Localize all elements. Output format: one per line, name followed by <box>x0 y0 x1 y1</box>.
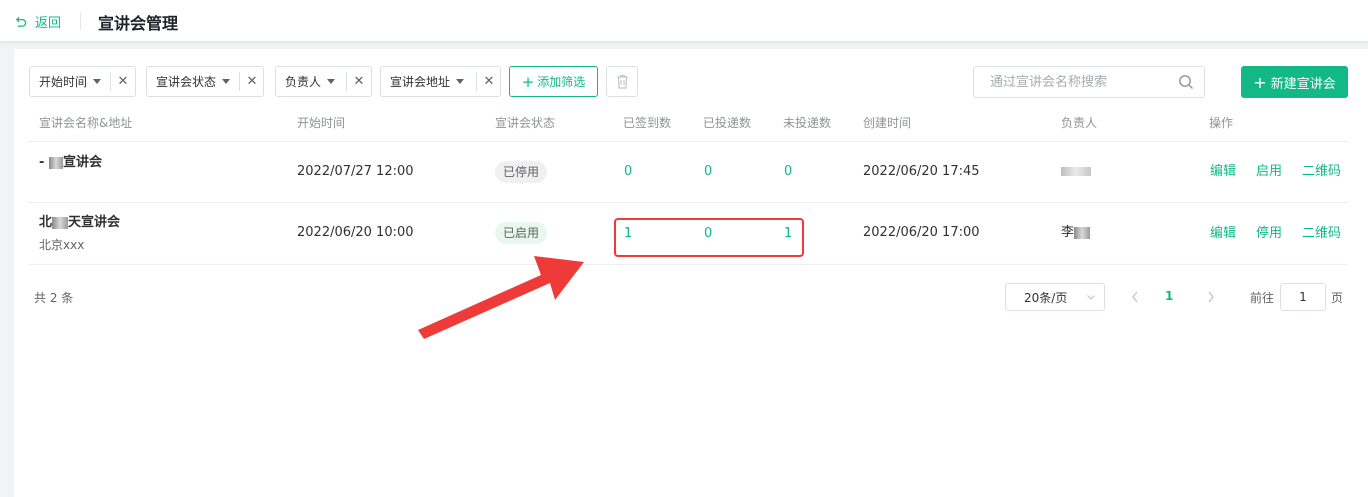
filter-divider <box>239 72 240 91</box>
header-divider <box>28 141 1348 142</box>
filter-label: 宣讲会地址 <box>390 75 451 89</box>
redacted-text <box>1061 167 1091 176</box>
column-header-undelivered: 未投递数 <box>783 116 832 130</box>
delivered-count[interactable]: 0 <box>704 163 712 181</box>
owner <box>1061 163 1091 181</box>
signed-count[interactable]: 0 <box>624 163 632 181</box>
column-header-start-time: 开始时间 <box>297 116 346 130</box>
start-time: 2022/06/20 10:00 <box>297 225 414 240</box>
page-number-current[interactable]: 1 <box>1165 289 1173 303</box>
column-header-status: 宣讲会状态 <box>495 116 556 130</box>
filter-label: 负责人 <box>285 75 322 89</box>
top-bar: 返回 宣讲会管理 <box>0 0 1368 42</box>
filter-divider <box>346 72 347 91</box>
total-count: 共 2 条 <box>34 291 74 305</box>
filter-status-dropdown[interactable]: 宣讲会状态 <box>147 67 231 96</box>
main-card: 开始时间 ✕ 宣讲会状态 ✕ 负责人 ✕ 宣讲会地址 ✕ + 添加筛选 通过宣讲… <box>14 49 1368 497</box>
enable-link[interactable]: 启用 <box>1256 163 1282 181</box>
delete-filter-button[interactable] <box>606 66 638 97</box>
edit-link[interactable]: 编辑 <box>1210 225 1236 243</box>
caret-down-icon <box>222 79 231 84</box>
seminar-name-prefix: - <box>39 155 45 170</box>
column-header-signed: 已签到数 <box>623 116 672 130</box>
new-seminar-label: 新建宣讲会 <box>1270 76 1336 92</box>
seminar-name-suffix: 天宣讲会 <box>68 215 121 230</box>
start-time: 2022/07/27 12:00 <box>297 164 414 179</box>
back-label: 返回 <box>35 15 62 31</box>
filter-address: 宣讲会地址 ✕ <box>380 66 501 97</box>
search-icon[interactable] <box>1178 74 1194 90</box>
chevron-down-icon <box>1087 295 1095 300</box>
add-filter-label: 添加筛选 <box>537 75 586 89</box>
filter-label: 宣讲会状态 <box>156 75 217 89</box>
caret-down-icon <box>327 79 336 84</box>
close-icon[interactable]: ✕ <box>478 67 500 96</box>
plus-icon: + <box>1253 72 1267 92</box>
seminar-address: 北京xxx <box>39 238 85 252</box>
filter-address-dropdown[interactable]: 宣讲会地址 <box>381 67 465 96</box>
owner: 李 <box>1061 224 1091 242</box>
column-header-actions: 操作 <box>1209 116 1234 130</box>
page-size-select[interactable]: 20条/页 <box>1005 283 1105 311</box>
highlight-box <box>614 218 804 257</box>
plus-icon: + <box>521 72 535 91</box>
created-time: 2022/06/20 17:00 <box>863 225 980 240</box>
status-badge: 已启用 <box>495 222 548 244</box>
redacted-text <box>1074 226 1091 239</box>
undo-icon <box>15 16 27 27</box>
filter-divider <box>476 72 477 91</box>
filter-status: 宣讲会状态 ✕ <box>146 66 264 97</box>
caret-down-icon <box>93 79 102 84</box>
header-divider <box>80 12 81 30</box>
filter-label: 开始时间 <box>39 75 88 89</box>
seminar-name-suffix: 宣讲会 <box>62 155 102 170</box>
search-input[interactable] <box>974 67 1174 97</box>
qrcode-link[interactable]: 二维码 <box>1302 225 1341 243</box>
close-icon[interactable]: ✕ <box>241 67 263 96</box>
seminar-name: 北天宣讲会 <box>39 214 120 232</box>
redacted-text <box>48 156 63 169</box>
column-header-owner: 负责人 <box>1061 116 1098 130</box>
edit-link[interactable]: 编辑 <box>1210 163 1236 181</box>
goto-label: 前往 <box>1250 291 1275 305</box>
caret-down-icon <box>456 79 465 84</box>
prev-page-icon[interactable] <box>1128 289 1142 305</box>
page-title: 宣讲会管理 <box>98 14 179 33</box>
filter-owner-dropdown[interactable]: 负责人 <box>276 67 336 96</box>
owner-name: 李 <box>1061 225 1075 240</box>
row-divider <box>28 264 1348 265</box>
column-header-created: 创建时间 <box>863 116 912 130</box>
filter-start-time: 开始时间 ✕ <box>29 66 136 97</box>
add-filter-button[interactable]: + 添加筛选 <box>509 66 598 97</box>
close-icon[interactable]: ✕ <box>348 67 370 96</box>
row-divider <box>28 202 1348 203</box>
goto-page-input[interactable] <box>1280 283 1326 311</box>
filter-divider <box>110 72 111 91</box>
column-header-delivered: 已投递数 <box>703 116 752 130</box>
column-header-name: 宣讲会名称&地址 <box>39 116 133 130</box>
created-time: 2022/06/20 17:45 <box>863 164 980 179</box>
next-page-icon[interactable] <box>1204 289 1218 305</box>
seminar-name: - 宣讲会 <box>39 154 102 172</box>
search-box <box>973 66 1205 98</box>
qrcode-link[interactable]: 二维码 <box>1302 163 1341 181</box>
redacted-text <box>52 216 69 229</box>
page-size-value: 20条/页 <box>1024 290 1068 305</box>
trash-icon <box>616 74 628 89</box>
filter-start-time-dropdown[interactable]: 开始时间 <box>30 67 102 96</box>
disable-link[interactable]: 停用 <box>1256 225 1282 243</box>
new-seminar-button[interactable]: + 新建宣讲会 <box>1241 66 1348 98</box>
close-icon[interactable]: ✕ <box>112 67 134 96</box>
seminar-name-prefix: 北 <box>39 215 53 230</box>
undelivered-count[interactable]: 0 <box>784 163 792 181</box>
back-button[interactable]: 返回 <box>14 11 61 31</box>
page-suffix: 页 <box>1331 291 1344 305</box>
filter-owner: 负责人 ✕ <box>275 66 372 97</box>
status-badge: 已停用 <box>495 161 548 183</box>
